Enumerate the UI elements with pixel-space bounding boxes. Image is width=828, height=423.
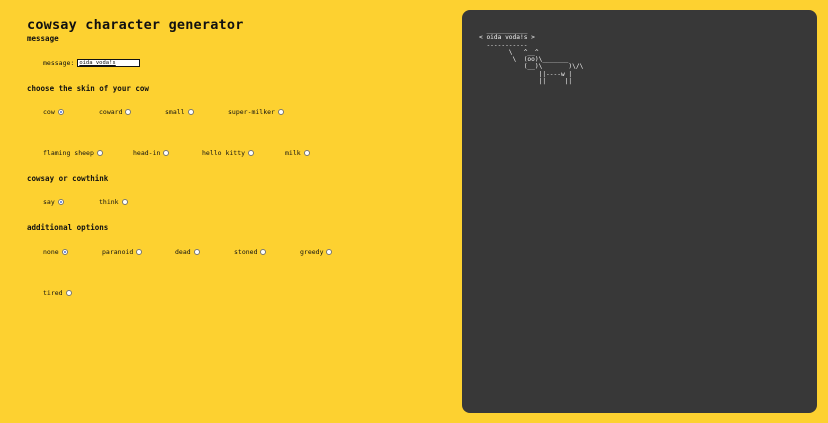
message-label: message:	[43, 59, 75, 67]
skin-radio-hello-kitty[interactable]	[248, 150, 255, 156]
skin-option-hello-kitty[interactable]: hello kitty	[202, 149, 255, 157]
extra-option-dead[interactable]: dead	[175, 248, 200, 256]
skin-radio-coward[interactable]	[125, 109, 132, 115]
skin-option-flaming-sheep[interactable]: flaming sheep	[43, 149, 103, 157]
skin-option-milk[interactable]: milk	[285, 149, 310, 157]
skin-radio-cow[interactable]	[57, 109, 64, 115]
mode-heading: cowsay or cowthink	[27, 174, 109, 183]
extra-option-paranoid[interactable]: paranoid	[102, 248, 143, 256]
extra-option-stoned[interactable]: stoned	[234, 248, 267, 256]
extra-radio-greedy[interactable]	[326, 249, 333, 255]
cowsay-output: ___________ < oida voda!s > ----------- …	[479, 27, 584, 86]
skin-heading: choose the skin of your cow	[27, 84, 149, 93]
skin-option-super-milker[interactable]: super-milker	[228, 108, 284, 116]
skin-option-small[interactable]: small	[165, 108, 194, 116]
message-row: message: oida voda!s	[43, 59, 141, 67]
extra-option-none[interactable]: none	[43, 248, 68, 256]
mode-radio-think[interactable]	[121, 199, 128, 205]
extra-radio-tired[interactable]	[65, 290, 72, 296]
message-input[interactable]: oida voda!s	[77, 59, 141, 67]
extra-radio-paranoid[interactable]	[136, 249, 143, 255]
skin-radio-small[interactable]	[187, 109, 194, 115]
mode-option-think[interactable]: think	[99, 198, 128, 206]
extra-radio-stoned[interactable]	[260, 249, 267, 255]
skin-option-cow[interactable]: cow	[43, 108, 64, 116]
skin-option-coward[interactable]: coward	[99, 108, 132, 116]
skin-radio-flaming-sheep[interactable]	[96, 150, 103, 156]
extra-radio-dead[interactable]	[193, 249, 200, 255]
mode-radio-say[interactable]	[57, 199, 64, 205]
skin-radio-milk[interactable]	[303, 150, 310, 156]
skin-option-head-in[interactable]: head-in	[133, 149, 170, 157]
page-title: cowsay character generator	[27, 17, 244, 33]
skin-radio-super-milker[interactable]	[277, 109, 284, 115]
message-heading: message	[27, 34, 59, 43]
extra-radio-none[interactable]	[61, 249, 68, 255]
controls-area: cowsay character generator message messa…	[27, 0, 447, 423]
output-panel: ___________ < oida voda!s > ----------- …	[462, 10, 817, 413]
mode-option-say[interactable]: say	[43, 198, 64, 206]
extra-option-greedy[interactable]: greedy	[300, 248, 333, 256]
extra-heading: additional options	[27, 223, 109, 232]
extra-option-tired[interactable]: tired	[43, 289, 72, 297]
skin-radio-head-in[interactable]	[163, 150, 170, 156]
